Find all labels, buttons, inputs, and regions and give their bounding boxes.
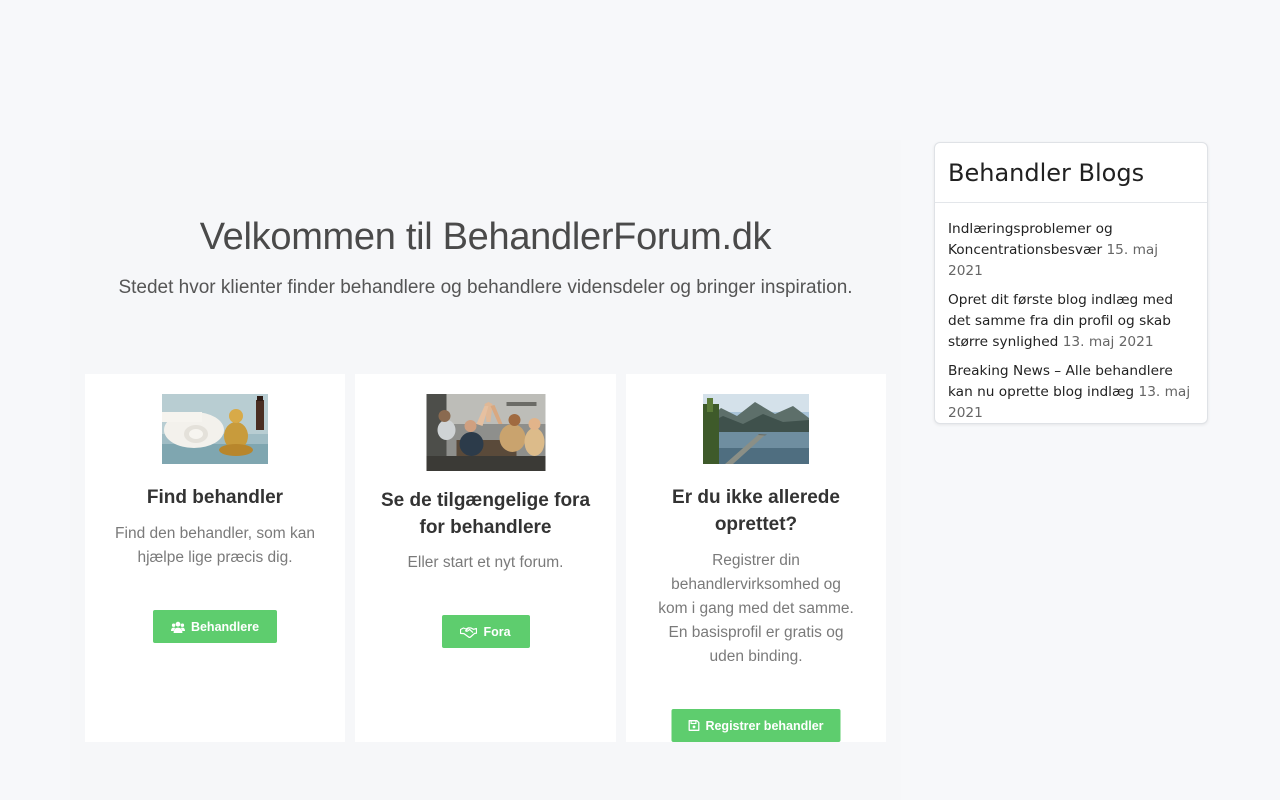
spa-towels-image (162, 394, 268, 464)
register-card: Er du ikke allerede oprettet? Registrer … (626, 374, 886, 742)
page-subtitle: Stedet hvor klienter finder behandlere o… (118, 277, 853, 298)
button-label: Behandlere (190, 619, 260, 634)
card-title: Er du ikke allerede oprettet? (672, 487, 840, 535)
blog-post-link[interactable]: Indlæringsproblemer og Koncentrationsbes… (948, 221, 1113, 258)
handshake-icon (460, 626, 478, 638)
find-behandler-card: Find behandler Find den behandler, som k… (85, 374, 345, 742)
page-title: Velkommen til BehandlerForum.dk (199, 216, 772, 258)
card-text: Registrer din behandlervirksomhed og kom… (658, 552, 854, 665)
blog-list: Indlæringsproblemer og Koncentrationsbes… (935, 203, 1207, 424)
button-label: Registrer behandler (705, 718, 824, 733)
blog-sidebar: Behandler Blogs Indlæringsproblemer og K… (934, 142, 1208, 424)
blog-post-date: 13. maj 2021 (1062, 334, 1154, 350)
register-button[interactable]: Registrer behandler (671, 709, 841, 742)
lake-dock-image (703, 394, 809, 464)
sidebar-title: Behandler Blogs (948, 159, 1145, 187)
sidebar-header: Behandler Blogs (935, 143, 1207, 203)
behandlere-button[interactable]: Behandlere (153, 610, 277, 643)
fora-button[interactable]: Fora (441, 615, 530, 648)
card-title: Se de tilgængelige fora for behandlere (380, 490, 591, 538)
users-icon (170, 621, 185, 633)
list-item: Indlæringsproblemer og Koncentrationsbes… (948, 219, 1195, 282)
list-item: Breaking News – Alle behandlere kan nu o… (948, 361, 1195, 424)
list-item: Opret dit første blog indlæg med det sam… (948, 290, 1195, 353)
fora-card: Se de tilgængelige fora for behandlere E… (355, 374, 616, 742)
button-label: Fora (483, 624, 511, 639)
main-content: Velkommen til BehandlerForum.dk Stedet h… (70, 140, 901, 800)
card-title: Find behandler (146, 487, 284, 508)
save-icon (688, 720, 700, 731)
card-text: Find den behandler, som kan hjælpe lige … (115, 525, 315, 566)
card-text: Eller start et nyt forum. (407, 554, 564, 571)
team-high-five-image (426, 394, 545, 471)
